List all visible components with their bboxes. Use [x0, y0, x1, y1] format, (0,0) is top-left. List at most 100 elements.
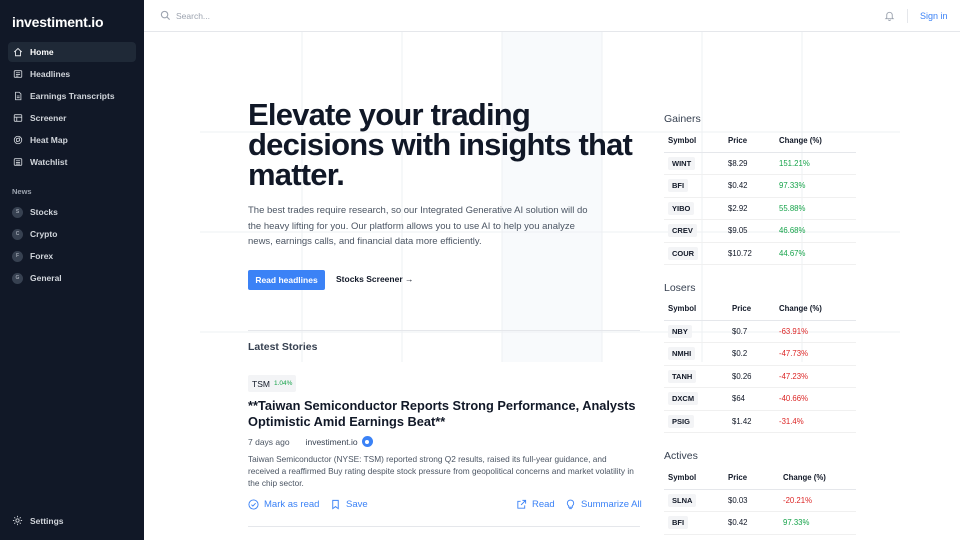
lightbulb-icon: [566, 499, 575, 510]
column-header-price: Price: [728, 297, 775, 321]
sidebar-item-settings[interactable]: Settings: [12, 515, 64, 526]
read-button[interactable]: Read: [516, 499, 555, 510]
top-bar: Sign in: [144, 0, 960, 32]
mark-as-read-label: Mark as read: [264, 499, 320, 510]
table-row[interactable]: COUR $10.72 44.67%: [664, 242, 856, 265]
hero-title: Elevate your trading decisions with insi…: [248, 97, 633, 192]
table-row[interactable]: CREV $9.05 46.68%: [664, 219, 856, 243]
row-change: -31.4%: [775, 410, 856, 433]
row-symbol[interactable]: WINT: [668, 156, 696, 170]
row-symbol[interactable]: CREV: [668, 224, 697, 238]
forex-badge: F: [12, 250, 23, 262]
map-icon: [13, 135, 23, 145]
save-label: Save: [346, 499, 368, 510]
row-symbol[interactable]: NMHI: [668, 347, 696, 361]
row-change: -20.21%: [779, 489, 856, 512]
row-price: $0.03: [724, 489, 779, 512]
table-row[interactable]: NMHI $0.2 -47.73%: [664, 342, 856, 366]
table-row[interactable]: WINT $8.29 151.21%: [664, 152, 856, 175]
row-symbol[interactable]: BFI: [668, 179, 689, 193]
bell-icon[interactable]: [884, 10, 895, 21]
column-header-price: Price: [724, 129, 775, 153]
row-symbol[interactable]: BFI: [668, 516, 689, 530]
story-age: 7 days ago: [248, 436, 290, 447]
table-row[interactable]: DXCM $64 -40.66%: [664, 387, 856, 411]
mark-as-read-button[interactable]: Mark as read: [248, 499, 319, 510]
sidebar-item-crypto[interactable]: C Crypto: [8, 224, 136, 244]
table-row[interactable]: YIBO $2.92 55.88%: [664, 197, 856, 220]
sidebar-item-screener[interactable]: Screener: [8, 108, 136, 128]
sidebar-item-earnings-transcripts[interactable]: Earnings Transcripts: [8, 86, 136, 106]
story-title[interactable]: **Taiwan Semiconductor Reports Strong Pe…: [248, 398, 643, 430]
news-section-header: News: [12, 187, 32, 196]
row-symbol[interactable]: COUR: [668, 246, 699, 260]
stocks-badge: S: [12, 206, 23, 218]
ticker-tag[interactable]: TSM 1.04%: [248, 375, 297, 392]
table-row[interactable]: BFI $0.42 97.33%: [664, 511, 856, 535]
sidebar-item-stocks[interactable]: S Stocks: [8, 202, 136, 222]
row-price: $8.29: [724, 152, 775, 175]
row-change: 97.33%: [779, 511, 856, 535]
brand-logo[interactable]: investiment.io: [12, 14, 104, 30]
sidebar-item-label: Home: [30, 47, 54, 57]
sidebar-item-headlines[interactable]: Headlines: [8, 64, 136, 84]
column-header-change: Change (%): [775, 129, 856, 153]
table-row[interactable]: PSIG $1.42 -31.4%: [664, 410, 856, 433]
sidebar-item-forex[interactable]: F Forex: [8, 246, 136, 266]
row-symbol[interactable]: SLNA: [668, 493, 697, 507]
sidebar-item-general[interactable]: G General: [8, 268, 136, 288]
news-list: S Stocks C Crypto F Forex G General: [8, 202, 136, 290]
table-header-row: Symbol Price Change (%): [664, 466, 856, 490]
row-symbol[interactable]: NBY: [668, 324, 692, 338]
story-source: investiment.io: [305, 436, 358, 447]
sign-in-link[interactable]: Sign in: [920, 11, 948, 21]
row-price: $64: [728, 387, 775, 411]
row-symbol[interactable]: DXCM: [668, 392, 699, 406]
sidebar-item-watchlist[interactable]: Watchlist: [8, 152, 136, 172]
general-badge: G: [12, 272, 23, 284]
ticker-symbol: TSM: [252, 378, 270, 389]
sidebar-item-label: Screener: [30, 113, 67, 123]
search-icon: [160, 10, 171, 21]
settings-label: Settings: [30, 515, 64, 526]
check-circle-icon: [248, 499, 259, 510]
sidebar-item-heat-map[interactable]: Heat Map: [8, 130, 136, 150]
sidebar: investiment.io Home Headlines Earnings T…: [0, 0, 144, 540]
row-symbol[interactable]: TANH: [668, 369, 697, 383]
sidebar-item-label: Stocks: [30, 207, 58, 217]
table-row[interactable]: TANH $0.26 -47.23%: [664, 365, 856, 388]
row-change: -47.23%: [775, 365, 856, 388]
row-price: $0.2: [728, 342, 775, 366]
actives-table: Symbol Price Change (%) SLNA $0.03 -20.21%…: [664, 466, 856, 535]
gainers-table: Symbol Price Change (%) WINT $8.29 151.21%…: [664, 129, 856, 265]
source-logo-icon: [361, 436, 373, 447]
external-link-icon: [517, 499, 527, 509]
read-label: Read: [532, 499, 555, 510]
table-row[interactable]: SLNA $0.03 -20.21%: [664, 489, 856, 512]
list-icon: [13, 158, 23, 166]
summarize-all-button[interactable]: Summarize All: [565, 499, 642, 510]
row-price: $2.92: [724, 197, 775, 220]
column-header-symbol: Symbol: [664, 129, 724, 153]
stocks-screener-link[interactable]: Stocks Screener →: [336, 274, 413, 284]
row-price: $0.42: [724, 174, 775, 198]
row-price: $0.42: [724, 511, 779, 535]
losers-table: Symbol Price Change (%) NBY $0.7 -63.91% N…: [664, 297, 856, 433]
summarize-all-label: Summarize All: [581, 499, 642, 510]
row-change: 55.88%: [775, 197, 856, 220]
sidebar-item-home[interactable]: Home: [8, 42, 136, 62]
table-header-row: Symbol Price Change (%): [664, 297, 856, 321]
row-symbol[interactable]: YIBO: [668, 201, 695, 215]
actives-title: Actives: [664, 450, 698, 462]
row-change: 44.67%: [775, 242, 856, 265]
row-price: $10.72: [724, 242, 775, 265]
sidebar-item-label: Forex: [30, 251, 54, 261]
column-header-symbol: Symbol: [664, 466, 724, 490]
table-row[interactable]: NBY $0.7 -63.91%: [664, 320, 856, 343]
read-headlines-button[interactable]: Read headlines: [248, 270, 325, 290]
table-row[interactable]: BFI $0.42 97.33%: [664, 174, 856, 198]
row-symbol[interactable]: PSIG: [668, 414, 694, 428]
save-button[interactable]: Save: [330, 499, 368, 510]
bookmark-icon: [332, 499, 339, 510]
search-input[interactable]: [176, 8, 476, 24]
